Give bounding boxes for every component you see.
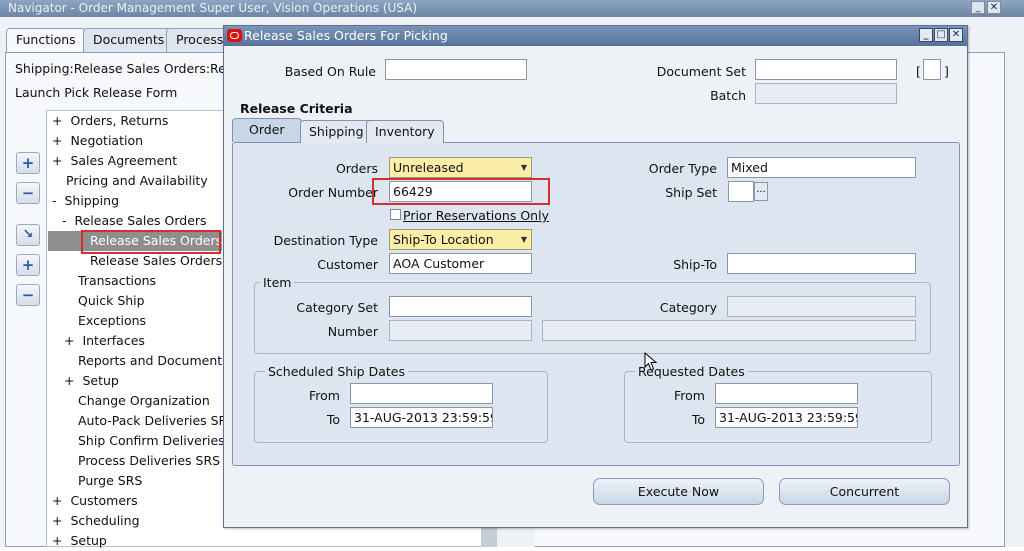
expand-all-icon[interactable]: + (16, 254, 40, 276)
category-label: Category (659, 300, 717, 315)
number-label: Number (327, 324, 378, 339)
execute-now-button[interactable]: Execute Now (593, 478, 764, 505)
dialog-title: Release Sales Orders For Picking (244, 28, 448, 43)
tree-item[interactable]: Transactions (78, 271, 156, 291)
category-field[interactable] (727, 296, 916, 317)
tree-item[interactable]: - Release Sales Orders (62, 211, 207, 231)
expand-branch-icon[interactable]: ↘ (16, 224, 40, 246)
oracle-icon (227, 29, 242, 42)
dialog-title-bar: Release Sales Orders For Picking _ □ ✕ (224, 26, 967, 46)
category-set-label: Category Set (296, 300, 378, 315)
ship-from-label: From (309, 388, 340, 403)
batch-field[interactable] (755, 83, 897, 104)
ship-to-field[interactable] (727, 253, 916, 274)
ship-set-field[interactable] (728, 181, 754, 202)
category-set-field[interactable] (389, 296, 532, 317)
close-icon[interactable]: ✕ (949, 28, 963, 42)
tree-item[interactable]: Reports and Documents (78, 351, 229, 371)
prior-reservations-label: Prior Reservations Only (403, 208, 549, 223)
tree-item[interactable]: Quick Ship (78, 291, 145, 311)
tab-order[interactable]: Order (232, 118, 302, 142)
ship-set-label: Ship Set (665, 185, 717, 200)
tab-shipping[interactable]: Shipping (300, 120, 373, 143)
requested-from-label: From (674, 388, 705, 403)
ship-to-date-label: To (326, 412, 340, 427)
ship-to-date-field[interactable]: 31-AUG-2013 23:59:59 (350, 407, 493, 428)
release-sales-orders-dialog: Release Sales Orders For Picking _ □ ✕ B… (223, 25, 968, 528)
customer-field[interactable]: AOA Customer (389, 253, 532, 274)
ship-set-lov-button[interactable]: ... (754, 182, 768, 201)
mouse-cursor-icon (644, 352, 658, 371)
based-on-rule-field[interactable] (385, 59, 527, 80)
tree-item[interactable]: + Customers (52, 491, 138, 511)
tree-item[interactable]: + Scheduling (52, 511, 140, 531)
breadcrumb: Shipping:Release Sales Orders:Rele (15, 61, 238, 76)
tree-item[interactable]: Process Deliveries SRS (78, 451, 220, 471)
tree-item[interactable]: + Interfaces (64, 331, 145, 351)
ship-to-label: Ship-To (673, 257, 717, 272)
tree-item[interactable]: Exceptions (78, 311, 146, 331)
tree-item[interactable]: + Setup (64, 371, 119, 391)
order-type-field[interactable]: Mixed (727, 157, 916, 178)
tree-item[interactable]: - Shipping (52, 191, 119, 211)
tree-item[interactable]: + Negotiation (52, 131, 143, 151)
tree-item[interactable]: Change Organization (78, 391, 210, 411)
doc-set-bracket-close: ] (944, 64, 949, 79)
doc-set-bracket-open: [ (916, 64, 921, 79)
item-group: Item (254, 275, 931, 354)
document-set-flex-field[interactable] (923, 59, 941, 80)
expand-icon[interactable]: + (16, 152, 40, 174)
requested-to-label: To (691, 412, 705, 427)
chevron-down-icon[interactable]: ▼ (518, 231, 530, 248)
order-type-label: Order Type (648, 161, 717, 176)
order-number-highlight (372, 178, 550, 205)
tree-item[interactable]: Pricing and Availability (66, 171, 208, 191)
tree-item[interactable]: + Sales Agreement (52, 151, 177, 171)
based-on-rule-label: Based On Rule (284, 64, 376, 79)
document-set-field[interactable] (755, 59, 897, 80)
maximize-icon[interactable]: □ (934, 28, 948, 42)
orders-select[interactable]: Unreleased ▼ (389, 157, 532, 178)
prior-reservations-checkbox[interactable] (390, 209, 401, 220)
tab-process[interactable]: Process (166, 28, 226, 52)
navigator-title-bar: Navigator - Order Management Super User,… (0, 0, 1024, 17)
destination-type-select[interactable]: Ship-To Location ▼ (389, 229, 532, 250)
tree-item[interactable]: Ship Confirm Deliveries S (78, 431, 237, 451)
release-criteria-heading: Release Criteria (240, 101, 353, 116)
minimize-icon[interactable]: _ (971, 1, 985, 14)
number-field[interactable] (389, 320, 532, 341)
item-group-title: Item (260, 275, 295, 290)
tree-item[interactable]: Release Sales Orders S (90, 251, 234, 271)
order-number-label: Order Number (288, 185, 378, 200)
minimize-icon[interactable]: _ (919, 28, 933, 42)
batch-label: Batch (710, 88, 746, 103)
tab-inventory[interactable]: Inventory (366, 120, 444, 143)
tree-item[interactable]: Auto-Pack Deliveries SRS (78, 411, 235, 431)
navigator-title: Navigator - Order Management Super User,… (8, 1, 418, 15)
customer-label: Customer (317, 257, 378, 272)
document-set-label: Document Set (656, 64, 746, 79)
collapse-all-icon[interactable]: − (16, 284, 40, 306)
launch-link[interactable]: Launch Pick Release Form (15, 85, 177, 100)
orders-label: Orders (335, 161, 378, 176)
tree-item[interactable]: + Setup (52, 531, 107, 551)
item-description-field[interactable] (542, 320, 916, 341)
requested-to-field[interactable]: 31-AUG-2013 23:59:59 (715, 407, 858, 428)
ship-from-field[interactable] (350, 383, 493, 404)
tree-item[interactable]: + Orders, Returns (52, 111, 168, 131)
concurrent-button[interactable]: Concurrent (779, 478, 950, 505)
tab-documents[interactable]: Documents (83, 28, 175, 52)
collapse-icon[interactable]: − (16, 182, 40, 204)
close-icon[interactable]: ✕ (987, 1, 1001, 14)
tree-item[interactable]: Purge SRS (78, 471, 142, 491)
requested-from-field[interactable] (715, 383, 858, 404)
chevron-down-icon[interactable]: ▼ (518, 159, 530, 176)
scheduled-ship-dates-title: Scheduled Ship Dates (265, 364, 408, 379)
destination-type-label: Destination Type (273, 233, 378, 248)
tab-functions[interactable]: Functions (6, 28, 86, 53)
